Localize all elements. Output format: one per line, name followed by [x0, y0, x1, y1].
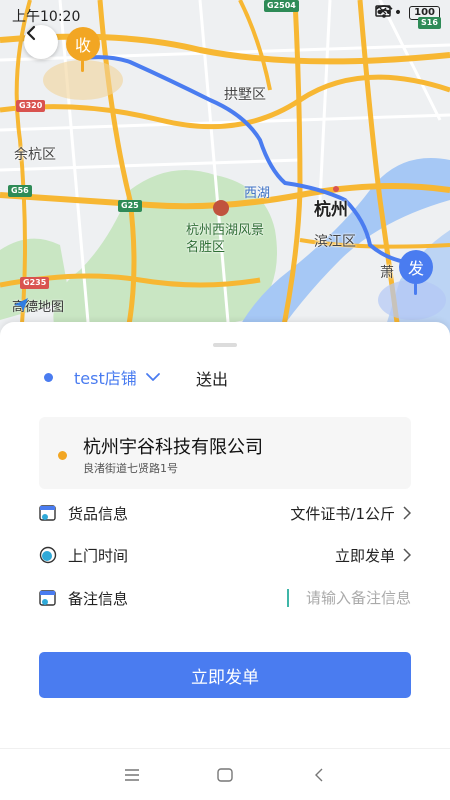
chevron-right-icon — [403, 506, 411, 520]
pickup-time-value-group: 立即发单 — [335, 545, 411, 566]
address-detail: 良渚街道七贤路1号 — [83, 462, 178, 475]
order-sheet: test店铺 送出 杭州宇谷科技有限公司 良渚街道七贤路1号 货品信息 文件证书… — [0, 322, 450, 750]
send-action-label: 送出 — [196, 370, 229, 389]
drag-handle[interactable] — [213, 343, 237, 347]
map-label-scenic: 杭州西湖风景名胜区 — [186, 223, 265, 255]
clock-icon — [39, 546, 57, 564]
map-label-binjiang: 滨江区 — [314, 234, 356, 250]
road-shield: S16 — [418, 17, 441, 29]
nav-menu-button[interactable] — [118, 761, 146, 789]
goods-value: 文件证书/1公斤 — [290, 504, 395, 523]
pickup-time-row[interactable]: 上门时间 立即发单 — [39, 542, 411, 568]
nav-home-button[interactable] — [211, 761, 239, 789]
back-button[interactable] — [24, 25, 58, 59]
receiver-address-card[interactable]: 杭州宇谷科技有限公司 良渚街道七贤路1号 — [39, 417, 411, 489]
goods-value-group: 文件证书/1公斤 — [290, 503, 411, 524]
back-arrow-icon — [315, 768, 323, 782]
app-screen: 上午10:20 ••• 100 G2504 S16 G320 G56 G25 G… — [0, 0, 450, 800]
home-square-icon — [217, 768, 233, 782]
map-label-xiao: 萧 — [380, 265, 394, 281]
map-label-hangzhou: 杭州 — [314, 200, 348, 220]
store-dot-icon — [44, 372, 53, 382]
wifi-icon — [375, 5, 393, 18]
receive-pin-stem — [81, 60, 84, 72]
nav-back-button[interactable] — [305, 761, 333, 789]
status-time: 上午10:20 — [12, 9, 81, 25]
map-label-gongshu: 拱墅区 — [224, 87, 266, 103]
map-brand: 高德地图 — [12, 296, 64, 315]
route-map[interactable]: 上午10:20 ••• 100 G2504 S16 G320 G56 G25 G… — [0, 0, 450, 345]
chevron-left-icon — [26, 25, 36, 41]
road-shield: G25 — [118, 200, 142, 212]
note-input[interactable] — [287, 589, 411, 607]
note-icon — [39, 590, 56, 606]
goods-icon — [39, 505, 56, 521]
map-label-xihu: 西湖 — [244, 186, 271, 201]
store-selector[interactable]: test店铺 — [44, 365, 161, 389]
amap-logo-icon — [14, 298, 28, 312]
chevron-down-icon — [145, 373, 160, 381]
status-bar: 上午10:20 ••• 100 — [0, 0, 450, 30]
road-shield: G320 — [16, 100, 46, 112]
address-title: 杭州宇谷科技有限公司 — [83, 437, 263, 458]
send-pin-stem — [414, 283, 417, 295]
address-dot-icon — [58, 451, 67, 460]
chevron-right-icon — [403, 548, 411, 562]
road-shield: G2504 — [264, 0, 299, 12]
map-label-yuhang: 余杭区 — [14, 147, 56, 163]
goods-info-row[interactable]: 货品信息 文件证书/1公斤 — [39, 500, 411, 526]
note-row: 备注信息 — [39, 585, 411, 611]
road-shield: G235 — [20, 277, 50, 289]
scenic-area-icon — [213, 200, 229, 216]
pickup-time-value: 立即发单 — [334, 546, 395, 565]
store-name: test店铺 — [74, 369, 137, 388]
send-pin[interactable]: 发 — [399, 250, 433, 284]
menu-icon — [125, 769, 139, 781]
pickup-time-label: 上门时间 — [68, 546, 129, 565]
submit-order-button[interactable]: 立即发单 — [39, 652, 411, 698]
road-shield: G56 — [8, 185, 32, 197]
receive-pin[interactable]: 收 — [66, 27, 100, 61]
goods-label: 货品信息 — [68, 504, 129, 523]
note-label: 备注信息 — [68, 589, 129, 608]
system-nav-bar — [0, 748, 450, 800]
